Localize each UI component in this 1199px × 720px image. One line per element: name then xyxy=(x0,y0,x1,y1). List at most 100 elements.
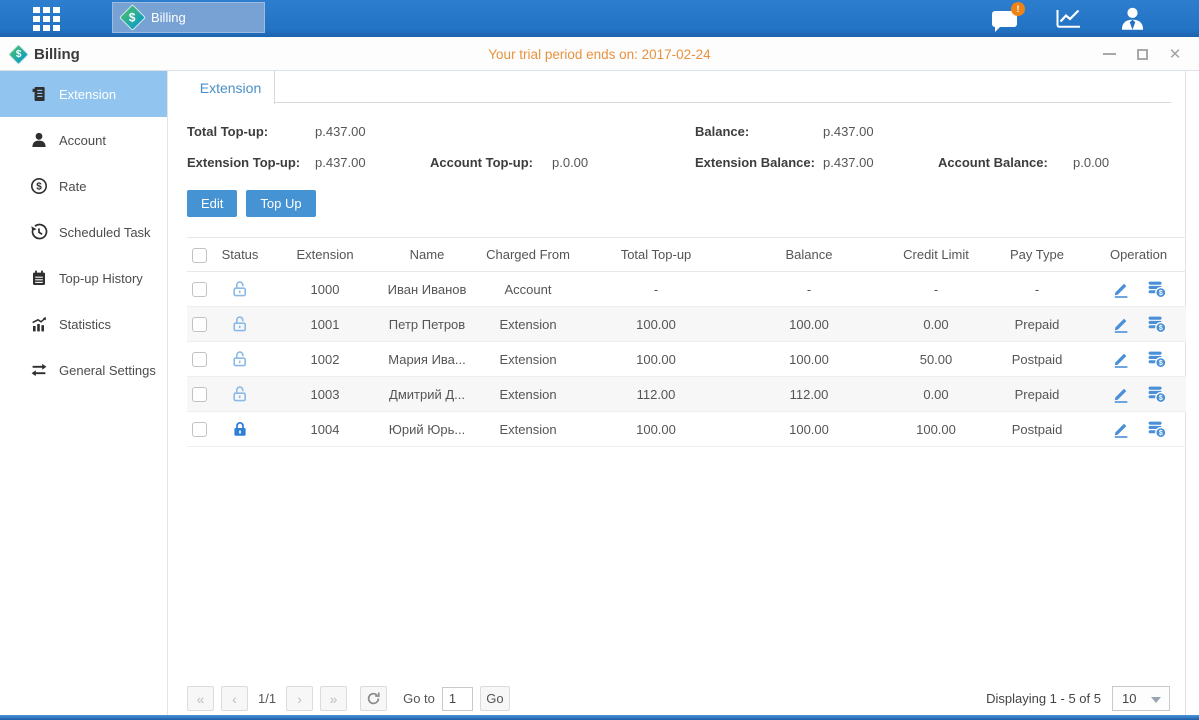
account-icon xyxy=(30,131,48,149)
extensions-table: Status Extension Name Charged From Total… xyxy=(187,237,1186,447)
lock-status-icon[interactable] xyxy=(231,280,249,298)
row-checkbox[interactable] xyxy=(192,352,207,367)
displaying-range: Displaying 1 - 5 of 5 xyxy=(986,691,1101,706)
sidebar-item-topup-history[interactable]: Top-up History xyxy=(0,255,167,301)
sidebar-item-label: Account xyxy=(59,133,106,148)
top-up-icon[interactable]: $ xyxy=(1147,349,1167,369)
first-page-button[interactable]: « xyxy=(187,686,214,711)
total-topup-value: p.437.00 xyxy=(315,124,366,139)
main-content: Extension Total Top-up: p.437.00 Balance… xyxy=(169,71,1186,715)
next-page-button[interactable]: › xyxy=(286,686,313,711)
minimize-button[interactable] xyxy=(1101,46,1117,62)
row-checkbox[interactable] xyxy=(192,282,207,297)
row-checkbox[interactable] xyxy=(192,422,207,437)
billing-window-icon: $ xyxy=(8,43,29,64)
chevron-down-icon xyxy=(1151,697,1161,703)
cell-balance: 100.00 xyxy=(729,342,889,377)
edit-icon[interactable] xyxy=(1111,279,1131,299)
sidebar-item-label: Extension xyxy=(59,87,116,102)
sidebar-item-account[interactable]: Account xyxy=(0,117,167,163)
lock-status-icon[interactable] xyxy=(231,385,249,403)
prev-page-button[interactable]: ‹ xyxy=(221,686,248,711)
balance-summary: Total Top-up: p.437.00 Balance: p.437.00… xyxy=(187,120,1171,173)
extension-topup-label: Extension Top-up: xyxy=(187,155,315,170)
cell-extension: 1004 xyxy=(269,412,381,447)
topup-history-icon xyxy=(30,269,48,287)
page-size-select[interactable]: 10 xyxy=(1112,686,1170,711)
cell-total-topup: 100.00 xyxy=(583,342,729,377)
unlocked-icon xyxy=(231,350,249,368)
cell-balance: 112.00 xyxy=(729,377,889,412)
cell-extension: 1001 xyxy=(269,307,381,342)
svg-text:$: $ xyxy=(1158,360,1162,367)
monitor-chart-icon[interactable] xyxy=(1053,5,1083,33)
trial-notice: Your trial period ends on: 2017-02-24 xyxy=(0,37,1199,71)
sidebar-item-label: Statistics xyxy=(59,317,111,332)
cell-name: Петр Петров xyxy=(381,307,473,342)
account-topup-label: Account Top-up: xyxy=(430,155,552,170)
edit-button[interactable]: Edit xyxy=(187,190,237,217)
last-page-button[interactable]: » xyxy=(320,686,347,711)
edit-icon[interactable] xyxy=(1111,314,1131,334)
window-bottom-edge xyxy=(0,715,1199,720)
notifications-icon[interactable]: ! xyxy=(989,5,1019,33)
page-indicator: 1/1 xyxy=(258,691,276,706)
sidebar-item-label: Rate xyxy=(59,179,86,194)
user-account-icon[interactable] xyxy=(1117,5,1147,33)
general-settings-icon xyxy=(30,361,48,379)
extension-topup-value: p.437.00 xyxy=(315,155,430,170)
lock-status-icon[interactable] xyxy=(231,420,249,438)
cell-name: Дмитрий Д... xyxy=(381,377,473,412)
maximize-button[interactable] xyxy=(1134,46,1150,62)
sidebar-item-extension[interactable]: Extension xyxy=(0,71,167,117)
table-body: 1000 Иван Иванов Account - - - - xyxy=(187,272,1186,447)
billing-app-icon: $ xyxy=(119,4,146,31)
edit-icon[interactable] xyxy=(1111,419,1131,439)
top-taskbar: $ Billing ! xyxy=(0,0,1199,37)
page-size-value: 10 xyxy=(1122,691,1136,706)
refresh-button[interactable] xyxy=(360,686,387,711)
lock-status-icon[interactable] xyxy=(231,315,249,333)
cell-credit-limit: 50.00 xyxy=(889,342,983,377)
cell-pay-type: Postpaid xyxy=(983,412,1091,447)
cell-total-topup: - xyxy=(583,272,729,307)
table-row[interactable]: 1003 Дмитрий Д... Extension 112.00 112.0… xyxy=(187,377,1186,412)
top-up-icon[interactable]: $ xyxy=(1147,279,1167,299)
lock-status-icon[interactable] xyxy=(231,350,249,368)
extension-balance-label: Extension Balance: xyxy=(695,155,823,170)
select-all-checkbox[interactable] xyxy=(192,248,207,263)
table-row[interactable]: 1004 Юрий Юрь... Extension 100.00 100.00… xyxy=(187,412,1186,447)
tab-extension[interactable]: Extension xyxy=(187,71,275,104)
table-row[interactable]: 1002 Мария Ива... Extension 100.00 100.0… xyxy=(187,342,1186,377)
unlocked-icon xyxy=(231,315,249,333)
edit-icon[interactable] xyxy=(1111,384,1131,404)
cell-name: Юрий Юрь... xyxy=(381,412,473,447)
go-button[interactable]: Go xyxy=(480,686,510,711)
edit-icon[interactable] xyxy=(1111,349,1131,369)
taskbar-tab-billing[interactable]: $ Billing xyxy=(112,2,265,33)
table-row[interactable]: 1000 Иван Иванов Account - - - - xyxy=(187,272,1186,307)
table-row[interactable]: 1001 Петр Петров Extension 100.00 100.00… xyxy=(187,307,1186,342)
account-balance-value: p.0.00 xyxy=(1073,155,1109,170)
top-up-icon[interactable]: $ xyxy=(1147,314,1167,334)
close-button[interactable]: ✕ xyxy=(1167,46,1183,62)
top-up-button[interactable]: Top Up xyxy=(246,190,315,217)
goto-page-input[interactable] xyxy=(442,687,473,711)
top-up-icon[interactable]: $ xyxy=(1147,384,1167,404)
balance-label: Balance: xyxy=(695,124,823,139)
cell-charged-from: Account xyxy=(473,272,583,307)
cell-total-topup: 100.00 xyxy=(583,412,729,447)
row-checkbox[interactable] xyxy=(192,387,207,402)
scheduled-task-icon xyxy=(30,223,48,241)
cell-balance: - xyxy=(729,272,889,307)
cell-total-topup: 112.00 xyxy=(583,377,729,412)
top-up-icon[interactable]: $ xyxy=(1147,419,1167,439)
sidebar-item-scheduled-task[interactable]: Scheduled Task xyxy=(0,209,167,255)
cell-pay-type: Postpaid xyxy=(983,342,1091,377)
sidebar-item-rate[interactable]: $ Rate xyxy=(0,163,167,209)
row-checkbox[interactable] xyxy=(192,317,207,332)
sidebar-item-statistics[interactable]: Statistics xyxy=(0,301,167,347)
apps-grid-icon[interactable] xyxy=(33,7,73,31)
sidebar-item-general-settings[interactable]: General Settings xyxy=(0,347,167,393)
unlocked-icon xyxy=(231,385,249,403)
